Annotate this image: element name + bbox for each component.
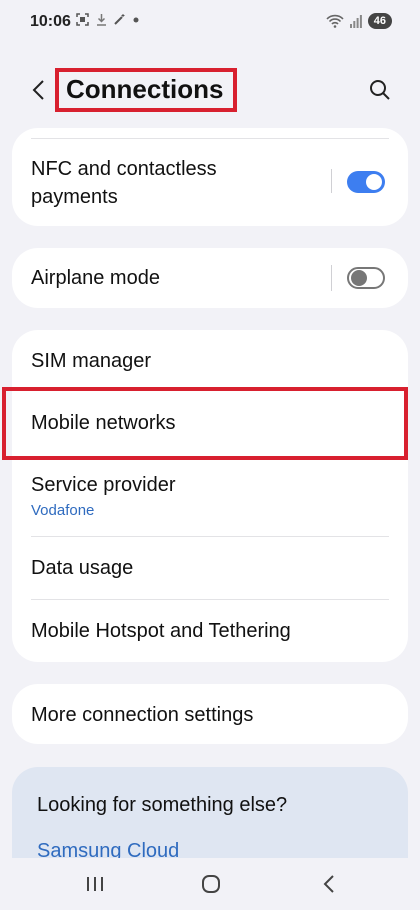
toggle-separator xyxy=(331,265,332,291)
screenshot-icon xyxy=(76,13,89,26)
status-bar: 10:06 46 xyxy=(0,0,420,46)
toggle-separator xyxy=(331,169,332,193)
airplane-row[interactable]: Airplane mode xyxy=(12,248,408,308)
more-settings-card: More connection settings xyxy=(12,684,408,744)
nfc-label-line2: payments xyxy=(31,186,118,208)
sim-manager-row[interactable]: SIM manager xyxy=(12,330,408,390)
magic-wand-icon xyxy=(114,14,125,25)
connections-group-card: SIM manager Mobile networks Service prov… xyxy=(12,330,408,662)
app-header: Connections xyxy=(0,60,420,120)
data-usage-row[interactable]: Data usage xyxy=(12,537,408,599)
page-title: Connections xyxy=(66,74,224,104)
sim-manager-label: SIM manager xyxy=(31,350,152,372)
hotspot-label: Mobile Hotspot and Tethering xyxy=(31,620,291,642)
airplane-card: Airplane mode xyxy=(12,248,408,308)
nfc-card: NFC and contactless payments xyxy=(12,128,408,226)
recent-apps-icon[interactable] xyxy=(83,872,107,896)
battery-indicator: 46 xyxy=(367,13,392,29)
navigation-bar xyxy=(0,858,420,910)
dot-icon xyxy=(133,17,139,23)
search-icon[interactable] xyxy=(368,78,392,102)
mobile-networks-highlight-box xyxy=(2,387,408,460)
service-provider-row[interactable]: Service provider Vodafone xyxy=(12,458,408,534)
toggle-knob xyxy=(351,270,367,286)
data-usage-label: Data usage xyxy=(31,557,134,579)
airplane-label: Airplane mode xyxy=(31,267,160,289)
download-icon xyxy=(96,14,106,26)
status-time: 10:06 xyxy=(30,13,71,30)
nfc-toggle[interactable] xyxy=(347,171,385,193)
signal-icon xyxy=(349,14,362,28)
notification-icons xyxy=(76,13,139,29)
more-settings-row[interactable]: More connection settings xyxy=(12,684,408,744)
hotspot-row[interactable]: Mobile Hotspot and Tethering xyxy=(12,600,408,662)
toggle-knob xyxy=(366,174,382,190)
home-icon[interactable] xyxy=(199,872,223,896)
wifi-icon xyxy=(326,14,344,28)
back-arrow-icon[interactable] xyxy=(28,78,52,102)
nfc-row[interactable]: NFC and contactless payments xyxy=(12,128,408,226)
service-provider-label: Service provider xyxy=(31,474,176,496)
airplane-toggle[interactable] xyxy=(347,267,385,289)
status-right: 46 xyxy=(326,13,392,29)
nfc-label-line1: NFC and contactless xyxy=(31,158,217,180)
more-settings-label: More connection settings xyxy=(31,704,254,726)
service-provider-value: Vodafone xyxy=(31,502,95,519)
back-nav-icon[interactable] xyxy=(318,872,342,896)
suggestions-title: Looking for something else? xyxy=(37,794,288,816)
